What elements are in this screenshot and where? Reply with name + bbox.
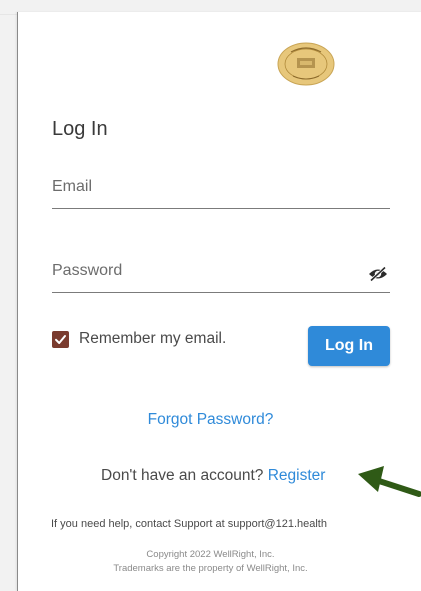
page-title: Log In (52, 118, 108, 140)
login-button[interactable]: Log In (308, 326, 390, 366)
no-account-text: Don't have an account? (101, 467, 264, 484)
password-field[interactable] (52, 262, 390, 294)
remember-email-checkbox[interactable] (52, 330, 69, 348)
trademark-line: Trademarks are the property of WellRight… (113, 563, 308, 574)
remember-email-option[interactable]: Remember my email. (52, 330, 226, 348)
copyright-line: Copyright 2022 WellRight, Inc. (146, 549, 275, 560)
county-seal-icon (277, 42, 335, 86)
email-field[interactable] (52, 178, 390, 210)
email-underline (52, 208, 390, 209)
register-link[interactable]: Register (268, 467, 326, 484)
eye-slash-icon[interactable] (368, 266, 388, 282)
password-underline (52, 292, 390, 293)
green-arrow-icon (358, 466, 421, 497)
support-help-text: If you need help, contact Support at sup… (51, 518, 327, 530)
forgot-password-link[interactable]: Forgot Password? (0, 411, 421, 429)
copyright-block: Copyright 2022 WellRight, Inc. Trademark… (0, 548, 421, 576)
password-input[interactable] (52, 262, 352, 280)
register-prompt: Don't have an account? Register (101, 467, 325, 485)
email-input[interactable] (52, 178, 352, 196)
remember-email-label: Remember my email. (79, 330, 227, 347)
checkmark-icon (55, 334, 66, 344)
